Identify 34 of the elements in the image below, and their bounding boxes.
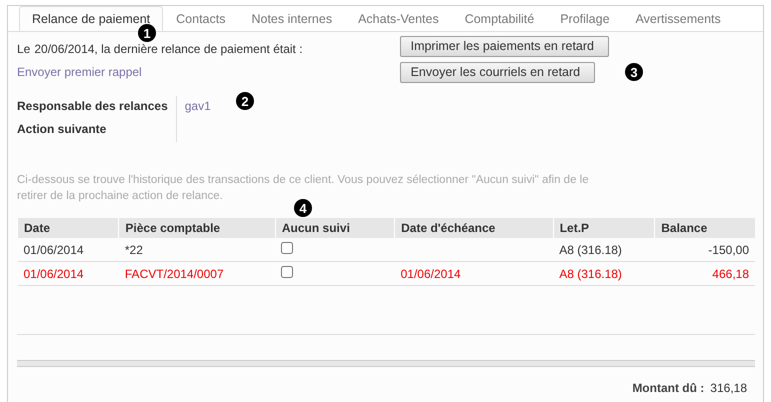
tab[interactable]: Avertissements	[622, 6, 734, 31]
tab[interactable]: Achats-Ventes	[345, 6, 452, 31]
followup-date: 20/06/2014	[34, 42, 94, 56]
tab[interactable]: Comptabilité	[452, 6, 548, 31]
no-followup-checkbox[interactable]	[281, 266, 294, 278]
field-label: Action suivante	[17, 119, 177, 142]
column-header: Date d'échéance	[394, 218, 554, 238]
column-header: Let.P	[553, 218, 655, 238]
tab[interactable]: Notes internes	[238, 6, 346, 31]
column-header: Balance	[654, 218, 755, 238]
table-cell: *22	[118, 238, 276, 262]
table-cell: 01/06/2014	[394, 262, 554, 286]
followup-text: , la dernière relance de paiement était :	[94, 42, 303, 56]
table-cell: 01/06/2014	[18, 262, 119, 286]
send-reminder-link[interactable]: Envoyer premier rappel	[17, 65, 142, 79]
action-button[interactable]: Imprimer les paiements en retard	[400, 36, 609, 57]
field-value[interactable]: gav1	[184, 99, 211, 113]
total-value: 316,18	[710, 381, 747, 395]
column-header: Aucun suivi	[275, 218, 395, 238]
action-button[interactable]: Envoyer les courriels en retard	[400, 62, 596, 83]
table-cell: A8 (316.18)	[553, 262, 655, 286]
table-cell: -150,00	[654, 238, 755, 262]
total-label: Montant dû :	[632, 381, 704, 395]
column-header: Pièce comptable	[118, 218, 276, 238]
column-header: Date	[18, 218, 119, 238]
tab[interactable]: Profilage	[547, 6, 623, 31]
table-cell: 466,18	[654, 262, 755, 286]
followup-prefix: Le	[17, 42, 30, 56]
table-cell: A8 (316.18)	[553, 238, 655, 262]
table-cell: FACVT/2014/0007	[118, 262, 276, 286]
field-label: Responsable des relances	[17, 96, 177, 119]
tab[interactable]: Contacts	[163, 6, 238, 31]
no-followup-checkbox[interactable]	[281, 242, 294, 254]
table-cell: 01/06/2014	[18, 238, 119, 262]
